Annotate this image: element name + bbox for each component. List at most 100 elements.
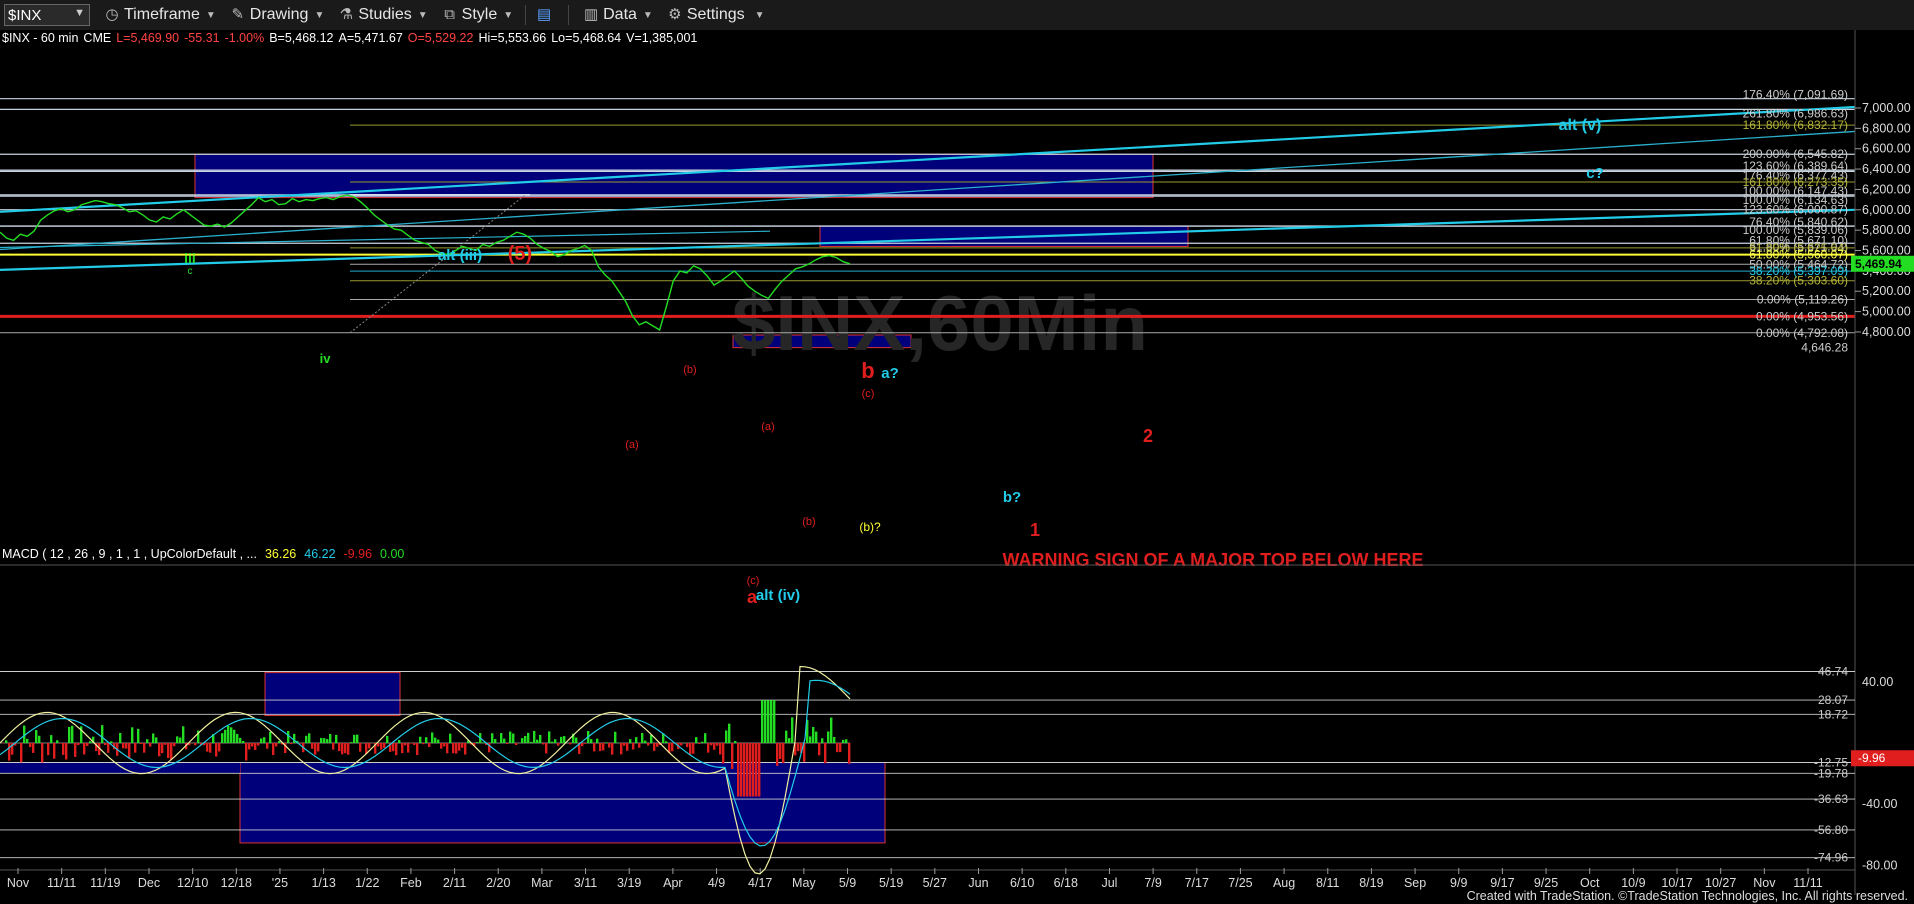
price-chart[interactable]: $INX,60Min alt (v) c? iiic alt (iii) (5) iv (b… xyxy=(0,30,1914,904)
macd-histogram-bar xyxy=(728,723,731,743)
macd-level-label: 28.07 xyxy=(1818,693,1848,707)
macd-histogram-bar xyxy=(332,743,335,750)
wave-label: (c) xyxy=(747,575,760,587)
macd-histogram-bar xyxy=(521,738,524,743)
header-low: Lo=5,468.64 xyxy=(551,31,621,45)
macd-histogram-bar xyxy=(239,737,242,743)
style-icon: ⧉ xyxy=(444,6,455,23)
macd-histogram-bar xyxy=(614,731,617,743)
macd-histogram-bar xyxy=(380,743,383,750)
macd-histogram-bar xyxy=(305,735,308,743)
chart-watermark: $INX,60Min xyxy=(732,279,1148,367)
macd-histogram-bar xyxy=(539,734,542,743)
x-tick-label: 10/17 xyxy=(1661,876,1692,890)
macd-histogram-bar xyxy=(611,743,614,755)
macd-histogram-bar xyxy=(59,743,62,744)
macd-histogram-bar xyxy=(260,738,263,743)
macd-histogram-bar xyxy=(500,733,503,743)
x-tick-label: Nov xyxy=(7,876,30,890)
macd-histogram-bar xyxy=(776,743,779,766)
macd-histogram-bar xyxy=(266,743,269,749)
wave-label: iv xyxy=(320,351,332,366)
macd-histogram-bar xyxy=(455,743,458,754)
drawing-button[interactable]: ✎ Drawing ▼ xyxy=(230,6,324,24)
header-change: -55.31 xyxy=(184,31,219,45)
macd-histogram-bar xyxy=(641,733,644,743)
macd-histogram-bar xyxy=(227,725,230,743)
macd-histogram-bar xyxy=(413,743,416,746)
macd-histogram-bar xyxy=(278,740,281,743)
macd-histogram-bar xyxy=(506,743,509,745)
macd-histogram-bar xyxy=(512,733,515,743)
symbol-value: $INX xyxy=(8,6,42,24)
macd-histogram-bar xyxy=(326,739,329,743)
macd-histogram-bar xyxy=(68,726,71,743)
macd-histogram-bar xyxy=(731,743,734,769)
data-label: Data xyxy=(603,6,637,23)
wave-label: alt (iv) xyxy=(756,587,800,604)
x-tick-label: 2/20 xyxy=(486,876,510,890)
macd-histogram-bar xyxy=(110,741,113,743)
macd-histogram-bar xyxy=(701,741,704,743)
macd-histogram-bar xyxy=(797,743,800,752)
settings-label: Settings xyxy=(686,6,745,23)
macd-histogram-bar xyxy=(779,743,782,759)
macd-histogram-bar xyxy=(350,742,353,743)
macd-histogram-bar xyxy=(773,700,776,743)
symbol-input[interactable]: $INX ▼ xyxy=(4,4,90,26)
macd-histogram-bar xyxy=(563,736,566,743)
settings-button[interactable]: ⚙ Settings ▼ xyxy=(667,6,764,24)
macd-histogram-bar xyxy=(428,743,431,747)
style-button[interactable]: ⧉ Style ▼ xyxy=(442,6,513,24)
layout-button[interactable]: ▤ xyxy=(536,7,556,23)
macd-histogram-bar xyxy=(734,740,737,743)
x-tick-label: Aug xyxy=(1273,876,1295,890)
timeframe-button[interactable]: ◷ Timeframe ▼ xyxy=(104,6,215,24)
x-tick-label: 11/11 xyxy=(47,876,76,890)
macd-histogram-bar xyxy=(131,727,134,743)
macd-histogram-bar xyxy=(491,733,494,743)
macd-histogram-bar xyxy=(236,733,239,743)
x-tick-label: 7/17 xyxy=(1185,876,1209,890)
wave-label: c xyxy=(188,266,193,277)
chevron-down-icon[interactable]: ▼ xyxy=(74,7,85,19)
macd-histogram-bar xyxy=(149,743,152,747)
x-tick-label: Dec xyxy=(138,876,160,890)
macd-histogram-bar xyxy=(692,743,695,754)
x-tick-label: 7/25 xyxy=(1228,876,1252,890)
x-tick-label: Feb xyxy=(400,876,422,890)
macd-histogram-bar xyxy=(398,739,401,743)
y-tick-label: 6,000.00 xyxy=(1862,203,1911,217)
x-tick-label: 3/11 xyxy=(574,876,597,890)
data-button[interactable]: ▥ Data ▼ xyxy=(583,6,653,24)
macd-histogram-bar xyxy=(134,743,137,753)
macd-histogram-bar xyxy=(440,743,443,749)
macd-level-label: 18.72 xyxy=(1818,707,1848,721)
macd-histogram-bar xyxy=(638,743,641,748)
macd-histogram-bar xyxy=(590,739,593,743)
macd-last-value: -9.96 xyxy=(1858,751,1886,765)
toolbar-divider xyxy=(525,5,527,25)
macd-histogram-bar xyxy=(176,736,179,743)
wave-label: iii xyxy=(184,250,196,266)
macd-histogram-bar xyxy=(158,743,161,757)
fib-label: 4,646.28 xyxy=(1801,341,1848,355)
macd-histogram-bar xyxy=(770,700,773,743)
macd-histogram-bar xyxy=(554,739,557,743)
x-tick-label: 8/11 xyxy=(1316,876,1339,890)
macd-histogram-bar xyxy=(329,733,332,743)
macd-histogram-bar xyxy=(122,743,125,749)
macd-histogram-bar xyxy=(368,743,371,749)
macd-histogram-bar xyxy=(653,743,656,751)
macd-histogram-bar xyxy=(821,738,824,743)
macd-histogram-bar xyxy=(515,743,518,746)
macd-histogram-bar xyxy=(848,743,851,764)
studies-button[interactable]: ⚗ Studies ▼ xyxy=(338,6,428,24)
header-last: L=5,469.90 xyxy=(116,31,179,45)
macd-histogram-bar xyxy=(602,743,605,751)
x-tick-label: Sep xyxy=(1404,876,1426,890)
macd-header: MACD ( 12 , 26 , 9 , 1 , 1 , UpColorDefa… xyxy=(2,547,404,561)
x-tick-label: 9/17 xyxy=(1490,876,1514,890)
macd-histogram-bar xyxy=(644,740,647,743)
x-tick-label: 11/19 xyxy=(90,876,120,890)
